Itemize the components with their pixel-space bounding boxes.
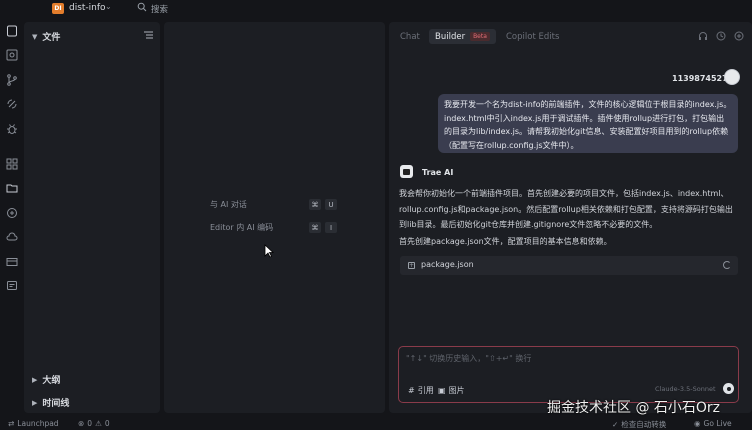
tab-copilot-edits[interactable]: Copilot Edits bbox=[506, 29, 559, 44]
launchpad-item[interactable]: ⇄ Launchpad bbox=[8, 419, 59, 428]
ai-name: Trae AI bbox=[422, 168, 454, 177]
reference-button[interactable]: # 引用 bbox=[408, 385, 434, 396]
extensions-icon[interactable] bbox=[4, 156, 20, 172]
section-outline[interactable]: ▶ 大纲 bbox=[32, 373, 61, 387]
new-chat-icon[interactable] bbox=[734, 31, 744, 41]
send-button[interactable] bbox=[723, 383, 734, 394]
shortcut-key-i: I bbox=[325, 222, 337, 233]
launchpad-icon: ⇄ bbox=[8, 419, 15, 428]
check-icon: ✓ bbox=[612, 420, 619, 429]
section-files-label: 文件 bbox=[42, 33, 61, 43]
section-timeline[interactable]: ▶ 时间线 bbox=[32, 396, 70, 410]
folder-icon[interactable] bbox=[4, 180, 20, 196]
chevron-right-icon: ▶ bbox=[32, 375, 38, 384]
avatar bbox=[724, 69, 740, 85]
title-bar: DI dist-info ⌄ 搜索 bbox=[0, 0, 752, 17]
project-badge[interactable]: DI bbox=[52, 3, 64, 14]
go-live-label: Go Live bbox=[703, 419, 732, 428]
comment-icon[interactable] bbox=[4, 278, 20, 294]
warning-icon: ⚠ bbox=[95, 419, 102, 428]
section-files[interactable]: ▼ 文件 bbox=[32, 30, 61, 44]
file-card[interactable]: + package.json bbox=[400, 256, 738, 275]
shortcut-modifier-key: ⌘ bbox=[309, 222, 321, 233]
watermark: 掘金技术社区 @ 石小石Orz bbox=[547, 400, 721, 416]
launchpad-label: Launchpad bbox=[17, 419, 59, 428]
error-icon: ⊗ bbox=[78, 419, 85, 428]
editor-area: 与 AI 对话 ⌘ U Editor 内 AI 编码 ⌘ I bbox=[164, 22, 385, 413]
history-icon[interactable] bbox=[716, 31, 726, 41]
section-timeline-label: 时间线 bbox=[42, 399, 70, 409]
ai-message: 我会帮你初始化一个前端插件项目。首先创建必要的项目文件，包括index.js、i… bbox=[399, 189, 733, 229]
run-debug-icon[interactable] bbox=[4, 96, 20, 112]
tab-chat[interactable]: Chat bbox=[400, 29, 420, 44]
chat-input[interactable]: "↑↓" 切换历史输入，"⇧+↵" 换行 # 引用 ▣ 图片 Claude-3.… bbox=[398, 346, 739, 403]
auto-wrap-item[interactable]: ✓ 检查自动转换 bbox=[612, 419, 666, 430]
file-plus-icon: + bbox=[408, 262, 415, 269]
hint-ai-chat: 与 AI 对话 bbox=[210, 200, 247, 209]
beta-badge: Beta bbox=[470, 32, 490, 41]
chevron-down-icon[interactable]: ⌄ bbox=[105, 2, 112, 11]
chat-input-placeholder: "↑↓" 切换历史输入，"⇧+↵" 换行 bbox=[406, 354, 532, 363]
image-icon: ▣ bbox=[438, 386, 446, 395]
activity-bar bbox=[0, 17, 24, 417]
chevron-right-icon: ▶ bbox=[32, 398, 38, 407]
section-outline-label: 大纲 bbox=[42, 376, 61, 386]
image-button[interactable]: ▣ 图片 bbox=[438, 385, 465, 396]
trae-ai-avatar bbox=[400, 165, 413, 178]
search-icon[interactable] bbox=[4, 47, 20, 63]
search-icon bbox=[137, 2, 147, 12]
warning-count: 0 bbox=[104, 419, 110, 428]
send-icon bbox=[726, 386, 731, 391]
mail-icon[interactable] bbox=[4, 254, 20, 270]
shortcut-key-u: U bbox=[325, 199, 337, 210]
status-bar: ⇄ Launchpad ⊗ 0 ⚠ 0 ✓ 检查自动转换 ◉ Go Live bbox=[0, 417, 752, 430]
broadcast-icon: ◉ bbox=[694, 419, 701, 428]
source-control-icon[interactable] bbox=[4, 72, 20, 88]
problems-item[interactable]: ⊗ 0 ⚠ 0 bbox=[78, 419, 110, 428]
mouse-cursor-icon bbox=[264, 244, 274, 258]
cloud-icon[interactable] bbox=[4, 229, 20, 245]
user-message: 我要开发一个名为dist-info的前端插件，文件的核心逻辑位于根目录的inde… bbox=[438, 94, 738, 153]
chevron-down-icon: ▼ bbox=[32, 32, 38, 41]
shortcut-modifier-key: ⌘ bbox=[309, 199, 321, 210]
image-label: 图片 bbox=[448, 386, 465, 395]
hash-icon: # bbox=[408, 386, 415, 395]
global-search[interactable]: 搜索 bbox=[151, 3, 168, 15]
explorer-icon[interactable] bbox=[4, 23, 20, 39]
tab-builder-label: Builder bbox=[435, 31, 466, 42]
reference-label: 引用 bbox=[417, 386, 434, 395]
headset-icon[interactable] bbox=[698, 31, 708, 41]
file-explorer: ▼ 文件 ▶ 大纲 ▶ 时间线 bbox=[24, 22, 160, 413]
remote-icon[interactable] bbox=[4, 205, 20, 221]
ai-step: 首先创建package.json文件，配置项目的基本信息和依赖。 bbox=[399, 237, 612, 246]
bug-icon[interactable] bbox=[4, 121, 20, 137]
error-count: 0 bbox=[87, 419, 93, 428]
auto-wrap-label: 检查自动转换 bbox=[621, 420, 667, 429]
go-live-item[interactable]: ◉ Go Live bbox=[694, 419, 732, 428]
list-filter-icon[interactable] bbox=[144, 31, 153, 39]
hint-ai-edit: Editor 内 AI 编码 bbox=[210, 223, 274, 232]
loading-spinner-icon bbox=[723, 261, 731, 269]
model-selector[interactable]: Claude-3.5-Sonnet bbox=[655, 385, 716, 393]
user-name: 1139874527 bbox=[672, 74, 728, 83]
project-name[interactable]: dist-info bbox=[69, 3, 106, 13]
tab-builder[interactable]: Builder Beta bbox=[429, 29, 496, 44]
file-card-name: package.json bbox=[421, 260, 474, 269]
